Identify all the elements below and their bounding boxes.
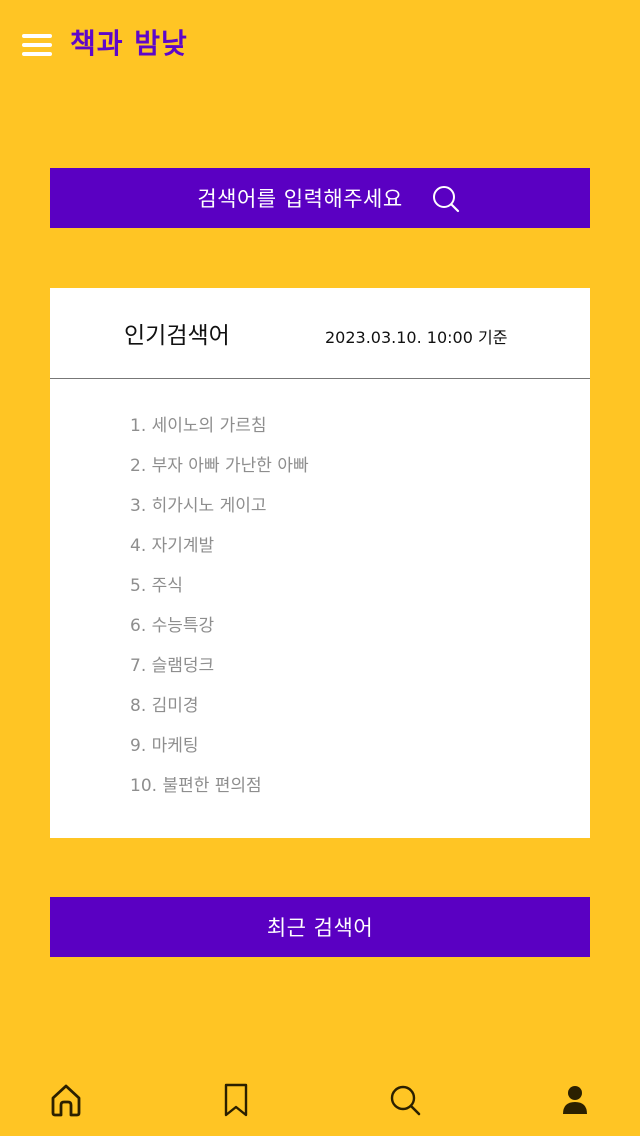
popular-searches-timestamp: 2023.03.10. 10:00 기준 xyxy=(325,328,508,347)
app-header: 책과 밤낮 xyxy=(0,0,640,90)
popular-searches-header: 인기검색어 2023.03.10. 10:00 기준 xyxy=(50,288,590,379)
home-icon xyxy=(51,1084,81,1117)
popular-search-item[interactable]: 1. 세이노의 가르침 xyxy=(130,412,309,452)
popular-search-item[interactable]: 2. 부자 아빠 가난한 아빠 xyxy=(130,452,309,492)
popular-searches-title: 인기검색어 xyxy=(124,323,230,349)
search-icon xyxy=(433,186,460,213)
recent-searches-button[interactable]: 최근 검색어 xyxy=(50,897,590,957)
hamburger-menu-icon[interactable] xyxy=(20,30,54,60)
popular-search-item[interactable]: 8. 김미경 xyxy=(130,692,309,732)
nav-bookmark[interactable] xyxy=(216,1080,256,1120)
popular-searches-panel: 인기검색어 2023.03.10. 10:00 기준 1. 세이노의 가르침 2… xyxy=(50,288,590,838)
search-bar-label: 검색어를 입력해주세요 xyxy=(197,187,403,211)
search-icon xyxy=(390,1085,421,1116)
popular-search-item[interactable]: 7. 슬램덩크 xyxy=(130,652,309,692)
popular-search-item[interactable]: 6. 수능특강 xyxy=(130,612,309,652)
popular-search-item[interactable]: 10. 불편한 편의점 xyxy=(130,772,309,812)
nav-home[interactable] xyxy=(46,1080,86,1120)
bookmark-icon xyxy=(224,1083,248,1117)
nav-search[interactable] xyxy=(385,1080,425,1120)
nav-profile[interactable] xyxy=(555,1080,595,1120)
popular-search-item[interactable]: 5. 주식 xyxy=(130,572,309,612)
popular-search-item[interactable]: 3. 히가시노 게이고 xyxy=(130,492,309,532)
bottom-nav xyxy=(0,1068,640,1136)
popular-search-item[interactable]: 4. 자기계발 xyxy=(130,532,309,572)
popular-searches-list: 1. 세이노의 가르침 2. 부자 아빠 가난한 아빠 3. 히가시노 게이고 … xyxy=(130,412,309,812)
app-title: 책과 밤낮 xyxy=(70,27,188,60)
profile-icon xyxy=(563,1086,587,1114)
popular-search-item[interactable]: 9. 마케팅 xyxy=(130,732,309,772)
search-bar-button[interactable]: 검색어를 입력해주세요 xyxy=(50,168,590,228)
